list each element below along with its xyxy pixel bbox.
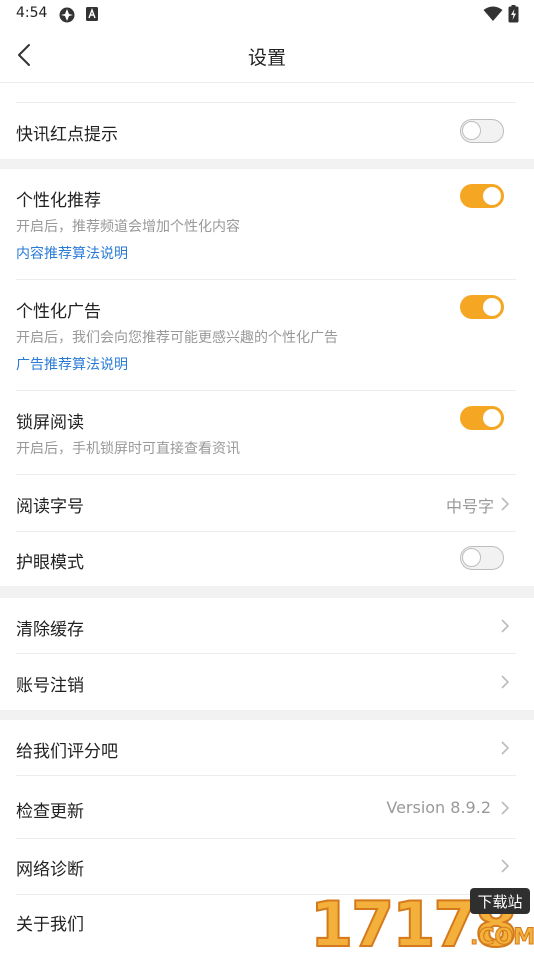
setting-personalized-ads: 个性化广告 开启后，我们会向您推荐可能更感兴趣的个性化广告 广告推荐算法说明 <box>0 280 534 390</box>
kuaixun-toggle[interactable] <box>460 119 504 143</box>
setting-label: 护眼模式 <box>16 553 84 573</box>
watermark-logo-icon: 17178 下载站 .COM <box>309 887 534 954</box>
setting-description: 开启后，推荐频道会增加个性化内容 <box>16 219 240 235</box>
watermark-badge: 下载站 <box>477 893 522 911</box>
setting-label: 账号注销 <box>16 676 84 696</box>
section-separator <box>0 159 534 169</box>
setting-clear-cache[interactable]: 清除缓存 <box>0 598 534 653</box>
recommend-algorithm-link[interactable]: 内容推荐算法说明 <box>16 243 128 263</box>
chevron-right-icon <box>501 619 510 633</box>
setting-account-cancel[interactable]: 账号注销 <box>0 654 534 710</box>
setting-label: 个性化推荐 <box>16 191 101 211</box>
ads-algorithm-link[interactable]: 广告推荐算法说明 <box>16 354 128 374</box>
setting-label: 快讯红点提示 <box>16 125 118 145</box>
personalized-ads-toggle[interactable] <box>460 295 504 319</box>
watermark-domain: .COM <box>470 925 534 950</box>
chevron-right-icon <box>501 859 510 873</box>
setting-label: 网络诊断 <box>16 860 84 880</box>
setting-label: 关于我们 <box>16 915 84 935</box>
site-watermark: 17178 下载站 .COM <box>308 882 534 954</box>
lockscreen-toggle[interactable] <box>460 406 504 430</box>
status-bar: 4:54 <box>0 0 534 28</box>
section-separator <box>0 710 534 720</box>
app-notification-icon <box>59 7 75 23</box>
toggle-knob <box>462 121 481 140</box>
app-version-value: Version 8.9.2 <box>386 798 491 817</box>
status-time: 4:54 <box>16 5 48 21</box>
setting-check-update[interactable]: 检查更新 Version 8.9.2 <box>0 776 534 838</box>
battery-charging-icon <box>508 5 519 23</box>
chevron-right-icon <box>501 497 510 511</box>
chevron-right-icon <box>501 675 510 689</box>
wifi-icon <box>483 6 503 21</box>
accessibility-notification-icon <box>86 7 98 21</box>
section-separator <box>0 586 534 598</box>
setting-personalized-recommend: 个性化推荐 开启后，推荐频道会增加个性化内容 内容推荐算法说明 <box>0 169 534 279</box>
eye-protection-toggle[interactable] <box>460 546 504 570</box>
top-bar: 设置 <box>0 28 534 83</box>
setting-label: 检查更新 <box>16 802 84 822</box>
setting-label: 给我们评分吧 <box>16 742 118 762</box>
setting-rate-us[interactable]: 给我们评分吧 <box>0 720 534 775</box>
setting-lockscreen-reading: 锁屏阅读 开启后，手机锁屏时可直接查看资讯 <box>0 391 534 474</box>
chevron-right-icon <box>501 801 510 815</box>
setting-description: 开启后，手机锁屏时可直接查看资讯 <box>16 441 240 457</box>
chevron-right-icon <box>501 741 510 755</box>
page-title: 设置 <box>247 47 286 69</box>
personalized-recommend-toggle[interactable] <box>460 184 504 208</box>
setting-kuaixun-red-dot: 快讯红点提示 <box>0 103 534 159</box>
toggle-knob <box>483 298 501 316</box>
font-size-value: 中号字 <box>445 497 494 516</box>
setting-eye-protection: 护眼模式 <box>0 532 534 586</box>
toggle-knob <box>462 548 481 567</box>
setting-label: 锁屏阅读 <box>16 413 84 433</box>
toggle-knob <box>483 409 501 427</box>
setting-description: 开启后，我们会向您推荐可能更感兴趣的个性化广告 <box>16 330 338 346</box>
setting-label: 清除缓存 <box>16 620 84 640</box>
setting-font-size[interactable]: 阅读字号 中号字 <box>0 475 534 531</box>
setting-label: 阅读字号 <box>16 497 84 517</box>
setting-label: 个性化广告 <box>16 302 101 322</box>
toggle-knob <box>483 187 501 205</box>
